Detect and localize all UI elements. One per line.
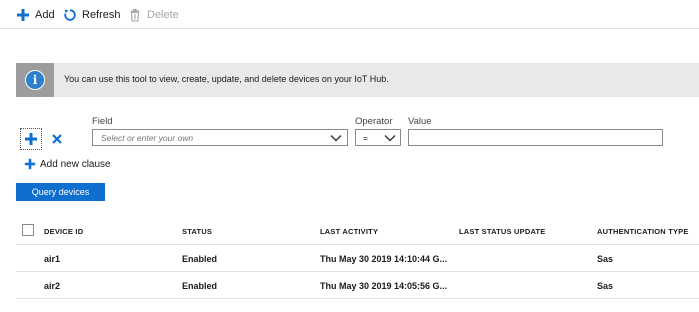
refresh-icon (64, 9, 76, 21)
device-id-cell[interactable]: air1 (44, 254, 60, 264)
select-all-checkbox[interactable] (22, 224, 34, 236)
info-banner: i You can use this tool to view, create,… (16, 63, 699, 97)
last-activity-cell: Thu May 30 2019 14:10:44 G... (320, 254, 448, 264)
delete-button[interactable]: Delete (128, 6, 179, 24)
column-header-last-status-update[interactable]: LAST STATUS UPDATE (459, 227, 546, 236)
refresh-label: Refresh (82, 9, 121, 21)
header-divider (16, 244, 699, 245)
banner-icon-box: i (16, 63, 54, 97)
operator-value: = (363, 132, 368, 143)
status-cell: Enabled (182, 254, 218, 264)
plus-icon (25, 133, 37, 145)
chevron-down-icon (330, 134, 342, 141)
column-header-last-activity[interactable]: LAST ACTIVITY (320, 227, 378, 236)
add-button[interactable]: Add (16, 6, 55, 24)
device-id-cell[interactable]: air2 (44, 281, 60, 291)
field-combobox[interactable]: Select or enter your own (92, 129, 348, 146)
column-header-device-id[interactable]: DEVICE ID (44, 227, 83, 236)
row-divider (16, 271, 699, 272)
plus-icon (24, 158, 36, 170)
add-new-clause-label: Add new clause (40, 158, 111, 170)
banner-text: You can use this tool to view, create, u… (64, 74, 389, 84)
info-icon-glyph: i (32, 73, 38, 87)
add-label: Add (35, 9, 55, 21)
info-icon: i (25, 70, 45, 90)
field-placeholder: Select or enter your own (101, 132, 194, 143)
column-header-status[interactable]: STATUS (182, 227, 212, 236)
authentication-type-cell: Sas (597, 281, 614, 291)
operator-select[interactable]: = (355, 129, 401, 146)
query-devices-label: Query devices (31, 187, 90, 197)
command-bar: Add Refresh Delete (0, 0, 699, 29)
add-condition-button[interactable] (20, 128, 42, 150)
delete-label: Delete (147, 9, 179, 21)
status-cell: Enabled (182, 281, 218, 291)
last-activity-cell: Thu May 30 2019 14:05:56 G... (320, 281, 448, 291)
row-divider (16, 298, 699, 299)
refresh-button[interactable]: Refresh (63, 6, 121, 24)
close-icon (52, 134, 62, 144)
remove-clause-button[interactable] (46, 128, 68, 150)
column-header-authentication-type[interactable]: AUTHENTICATION TYPE (597, 227, 689, 236)
value-label: Value (408, 116, 432, 127)
value-input[interactable] (408, 129, 663, 146)
chevron-down-icon (384, 134, 396, 141)
trash-icon (130, 9, 140, 22)
field-label: Field (92, 116, 113, 127)
authentication-type-cell: Sas (597, 254, 614, 264)
operator-label: Operator (355, 116, 393, 127)
query-devices-button[interactable]: Query devices (16, 183, 105, 201)
plus-icon (17, 9, 29, 21)
add-new-clause-button[interactable]: Add new clause (24, 158, 111, 170)
